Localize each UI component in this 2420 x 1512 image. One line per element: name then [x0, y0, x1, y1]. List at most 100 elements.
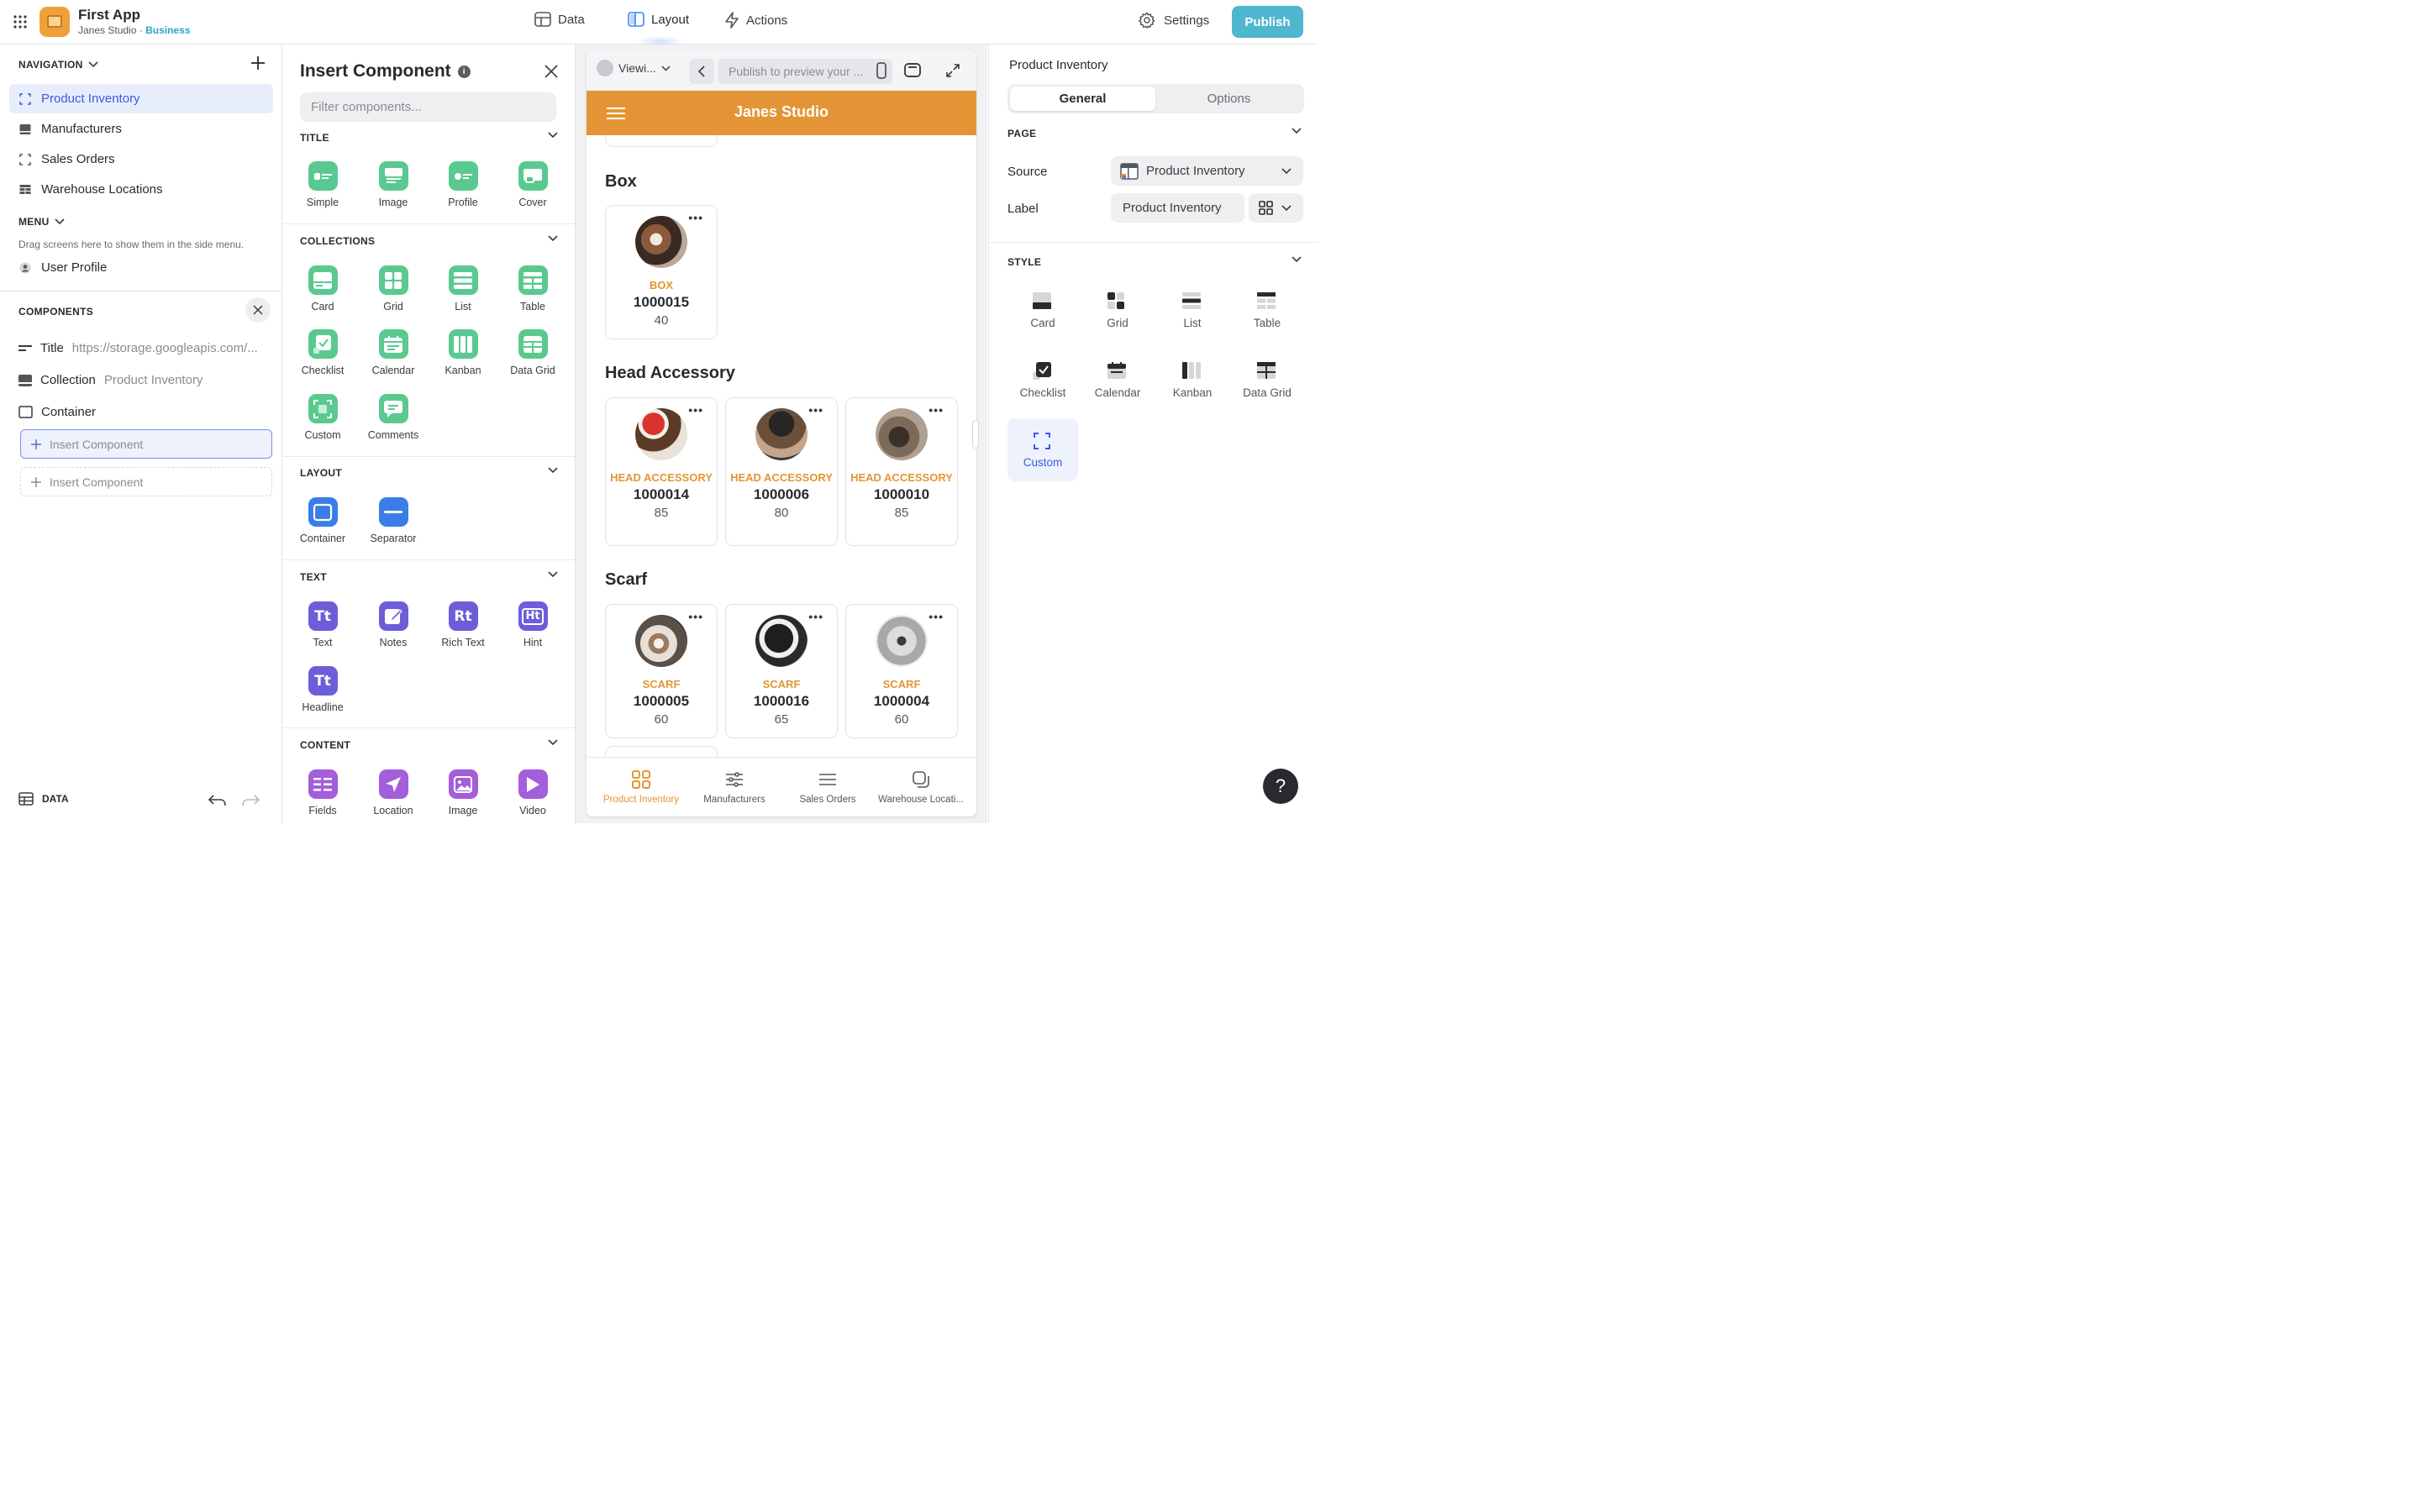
component-image-title[interactable]: Image [360, 161, 427, 208]
sidebar-item-warehouse-locations[interactable]: Warehouse Locations [9, 175, 273, 204]
component-video[interactable]: Video [499, 769, 566, 816]
style-custom[interactable]: Custom [1007, 418, 1078, 481]
info-icon[interactable]: i [457, 65, 471, 78]
tab-options[interactable]: Options [1156, 87, 1302, 111]
more-options-icon[interactable]: ••• [808, 611, 823, 622]
tab-actions[interactable]: Actions [724, 12, 787, 29]
app-icon[interactable] [39, 7, 70, 37]
style-data-grid[interactable]: Data Grid [1232, 349, 1302, 412]
component-checklist[interactable]: Checklist [289, 329, 356, 376]
more-options-icon[interactable]: ••• [929, 611, 944, 622]
component-image[interactable]: Image [429, 769, 497, 816]
viewing-as-dropdown[interactable]: Viewi... [597, 60, 671, 76]
collection-card[interactable]: ••• SCARF 1000016 65 [725, 604, 838, 738]
component-grid[interactable]: Grid [360, 265, 427, 312]
more-options-icon[interactable]: ••• [688, 611, 703, 622]
app-grid-icon[interactable] [13, 14, 28, 29]
close-components-button[interactable] [245, 297, 271, 323]
component-location[interactable]: Location [360, 769, 427, 816]
component-card[interactable]: Card [289, 265, 356, 312]
sidebar-item-product-inventory[interactable]: Product Inventory [9, 84, 273, 113]
back-button[interactable] [689, 59, 714, 84]
label-input[interactable]: Product Inventory [1111, 193, 1244, 223]
menu-item-user-profile[interactable]: User Profile [9, 253, 273, 282]
component-rich-text[interactable]: Rt Rich Text [429, 601, 497, 648]
component-profile-title[interactable]: Profile [429, 161, 497, 208]
component-calendar[interactable]: Calendar [360, 329, 427, 376]
resize-handle[interactable] [972, 420, 979, 449]
style-section-header[interactable]: STYLE [1007, 256, 1302, 268]
menu-header[interactable]: MENU [18, 216, 65, 228]
component-notes[interactable]: Notes [360, 601, 427, 648]
component-comments[interactable]: Comments [360, 394, 427, 441]
component-list[interactable]: List [429, 265, 497, 312]
collection-card[interactable]: ••• HEAD ACCESSORY 1000010 85 [845, 397, 958, 546]
phone-icon[interactable] [876, 62, 886, 79]
style-calendar[interactable]: Calendar [1082, 349, 1153, 412]
expand-icon[interactable] [946, 64, 960, 77]
tab-data[interactable]: Data [534, 12, 585, 27]
help-button[interactable]: ? [1263, 769, 1298, 804]
undo-icon[interactable] [208, 795, 227, 806]
insert-component-placeholder[interactable]: Insert Component [20, 467, 272, 496]
redo-icon[interactable] [241, 795, 260, 806]
style-list[interactable]: List [1157, 279, 1228, 342]
collection-card[interactable]: ••• SCARF 1000004 60 [845, 604, 958, 738]
source-select[interactable]: Product Inventory [1111, 156, 1303, 186]
category-content-header[interactable]: CONTENT [300, 739, 558, 751]
more-options-icon[interactable]: ••• [688, 212, 703, 223]
preview-url-field[interactable]: Publish to preview your ... [718, 59, 892, 84]
component-separator[interactable]: Separator [360, 497, 427, 544]
more-options-icon[interactable]: ••• [929, 404, 944, 416]
component-headline[interactable]: Tt Headline [289, 666, 356, 713]
component-cover-title[interactable]: Cover [499, 161, 566, 208]
category-title-header[interactable]: TITLE [300, 132, 558, 144]
category-collections-header[interactable]: COLLECTIONS [300, 235, 558, 247]
component-collection[interactable]: Collection Product Inventory [18, 373, 203, 387]
component-data-grid[interactable]: Data Grid [499, 329, 566, 376]
tab-layout[interactable]: Layout [628, 12, 689, 27]
collection-card[interactable]: ••• HEAD ACCESSORY 1000014 85 [605, 397, 718, 546]
sidebar-item-sales-orders[interactable]: Sales Orders [9, 144, 273, 174]
component-simple-title[interactable]: Simple [289, 161, 356, 208]
filter-components-input[interactable]: Filter components... [300, 92, 556, 122]
component-kanban[interactable]: Kanban [429, 329, 497, 376]
collection-card[interactable] [605, 135, 718, 147]
data-editor-button[interactable]: DATA [18, 792, 69, 806]
close-icon[interactable] [544, 65, 558, 78]
insert-component-button[interactable]: Insert Component [20, 429, 272, 459]
more-options-icon[interactable]: ••• [688, 404, 703, 416]
component-title[interactable]: Title https://storage.googleapis.com/... [18, 341, 258, 355]
category-layout-header[interactable]: LAYOUT [300, 467, 558, 479]
label-icon-select[interactable] [1249, 193, 1303, 223]
tablet-icon[interactable] [904, 63, 921, 77]
sidebar-item-manufacturers[interactable]: Manufacturers [9, 114, 273, 144]
component-table[interactable]: Table [499, 265, 566, 312]
component-container[interactable]: Container [18, 405, 96, 419]
add-screen-icon[interactable] [250, 55, 266, 71]
collection-card[interactable]: ••• HEAD ACCESSORY 1000006 80 [725, 397, 838, 546]
component-fields[interactable]: Fields [289, 769, 356, 816]
component-container[interactable]: Container [289, 497, 356, 544]
component-custom[interactable]: Custom [289, 394, 356, 441]
collection-card[interactable]: ••• SCARF 1000005 60 [605, 604, 718, 738]
collection-card[interactable]: ••• BOX 1000015 40 [605, 205, 718, 339]
preview-tab-sales-orders[interactable]: Sales Orders [779, 769, 876, 805]
tab-general[interactable]: General [1010, 87, 1155, 111]
style-table[interactable]: Table [1232, 279, 1302, 342]
category-text-header[interactable]: TEXT [300, 571, 558, 583]
settings-button[interactable]: Settings [1139, 12, 1209, 29]
style-kanban[interactable]: Kanban [1157, 349, 1228, 412]
style-grid[interactable]: Grid [1082, 279, 1153, 342]
preview-tab-manufacturers[interactable]: Manufacturers [686, 769, 783, 805]
more-options-icon[interactable]: ••• [808, 404, 823, 416]
publish-button[interactable]: Publish [1232, 6, 1303, 38]
page-section-header[interactable]: PAGE [1007, 128, 1302, 139]
component-hint[interactable]: Ht Hint [499, 601, 566, 648]
style-card[interactable]: Card [1007, 279, 1078, 342]
preview-tab-product-inventory[interactable]: Product Inventory [592, 769, 690, 805]
collection-card[interactable] [605, 746, 718, 757]
style-checklist[interactable]: Checklist [1007, 349, 1078, 412]
component-text[interactable]: Tt Text [289, 601, 356, 648]
navigation-header[interactable]: NAVIGATION [18, 59, 98, 71]
